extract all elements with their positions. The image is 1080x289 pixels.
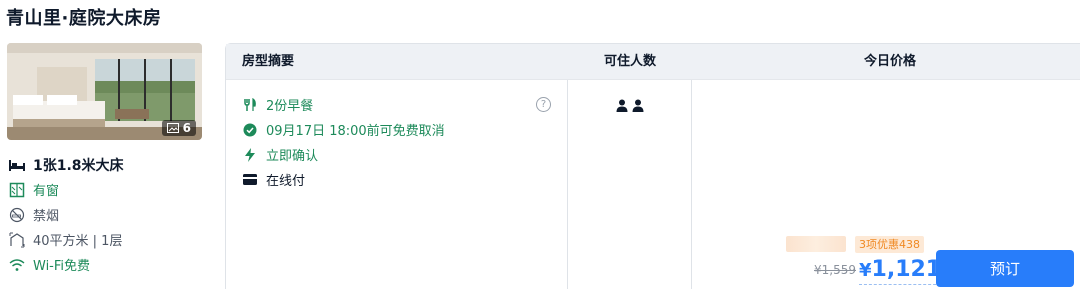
- person-icon: [632, 99, 644, 112]
- area-icon: [7, 232, 27, 248]
- facility-window: 有窗: [7, 180, 59, 199]
- benefit-confirm: 立即确认: [242, 145, 318, 164]
- credit-card-icon: [242, 172, 258, 188]
- facility-smoking: 禁烟: [7, 205, 59, 224]
- help-icon[interactable]: ?: [536, 97, 551, 112]
- benefit-payment-label: 在线付: [266, 174, 306, 189]
- currency-symbol: ¥: [859, 260, 872, 281]
- image-icon: [166, 123, 179, 133]
- cutlery-icon: [242, 97, 258, 113]
- bed-icon: [7, 157, 27, 173]
- current-price[interactable]: ¥1,121: [859, 256, 942, 285]
- promo-blurred-label: [786, 236, 846, 252]
- no-smoking-icon: [7, 207, 27, 223]
- benefit-cancel-label: 09月17日 18:00前可免费取消: [266, 124, 445, 139]
- photo-count: 6: [182, 121, 191, 135]
- promo-tag[interactable]: 3项优惠438: [855, 236, 924, 253]
- room-photo[interactable]: 6: [7, 43, 202, 140]
- facility-bed: 1张1.8米大床: [7, 155, 124, 175]
- header-occupancy: 可住人数: [604, 54, 657, 69]
- benefit-breakfast: 2份早餐: [242, 95, 313, 114]
- benefit-payment: 在线付: [242, 170, 305, 189]
- book-button[interactable]: 预订: [936, 250, 1074, 287]
- column-divider: [567, 80, 568, 289]
- header-price: 今日价格: [864, 54, 917, 69]
- occupancy-guests: [616, 99, 644, 112]
- window-icon: [7, 182, 27, 198]
- original-price: ¥1,559: [814, 263, 856, 277]
- benefit-breakfast-label: 2份早餐: [266, 99, 314, 114]
- rate-table-header: 房型摘要 可住人数 今日价格: [226, 44, 1080, 80]
- facility-area: 40平方米 | 1层: [7, 230, 122, 249]
- header-summary: 房型摘要: [242, 54, 295, 69]
- lightning-icon: [242, 147, 258, 163]
- check-circle-icon: [242, 122, 258, 138]
- wifi-icon: [7, 257, 27, 273]
- facility-smoking-label: 禁烟: [33, 209, 60, 224]
- facility-wifi-label: Wi-Fi免费: [33, 259, 91, 274]
- facility-wifi: Wi-Fi免费: [7, 255, 90, 274]
- rate-table: 房型摘要 可住人数 今日价格 2份早餐 ? 09月17日 18:00前可免费取消: [225, 43, 1080, 289]
- photo-count-badge[interactable]: 6: [161, 120, 196, 136]
- room-title: 青山里·庭院大床房: [6, 8, 162, 29]
- facility-bed-label: 1张1.8米大床: [33, 158, 124, 174]
- column-divider: [691, 80, 692, 289]
- person-icon: [616, 99, 628, 112]
- facility-window-label: 有窗: [33, 184, 60, 199]
- facility-area-label: 40平方米 | 1层: [33, 234, 123, 249]
- current-price-value: 1,121: [871, 257, 942, 282]
- benefit-cancel[interactable]: 09月17日 18:00前可免费取消: [242, 120, 445, 139]
- benefit-confirm-label: 立即确认: [266, 149, 319, 164]
